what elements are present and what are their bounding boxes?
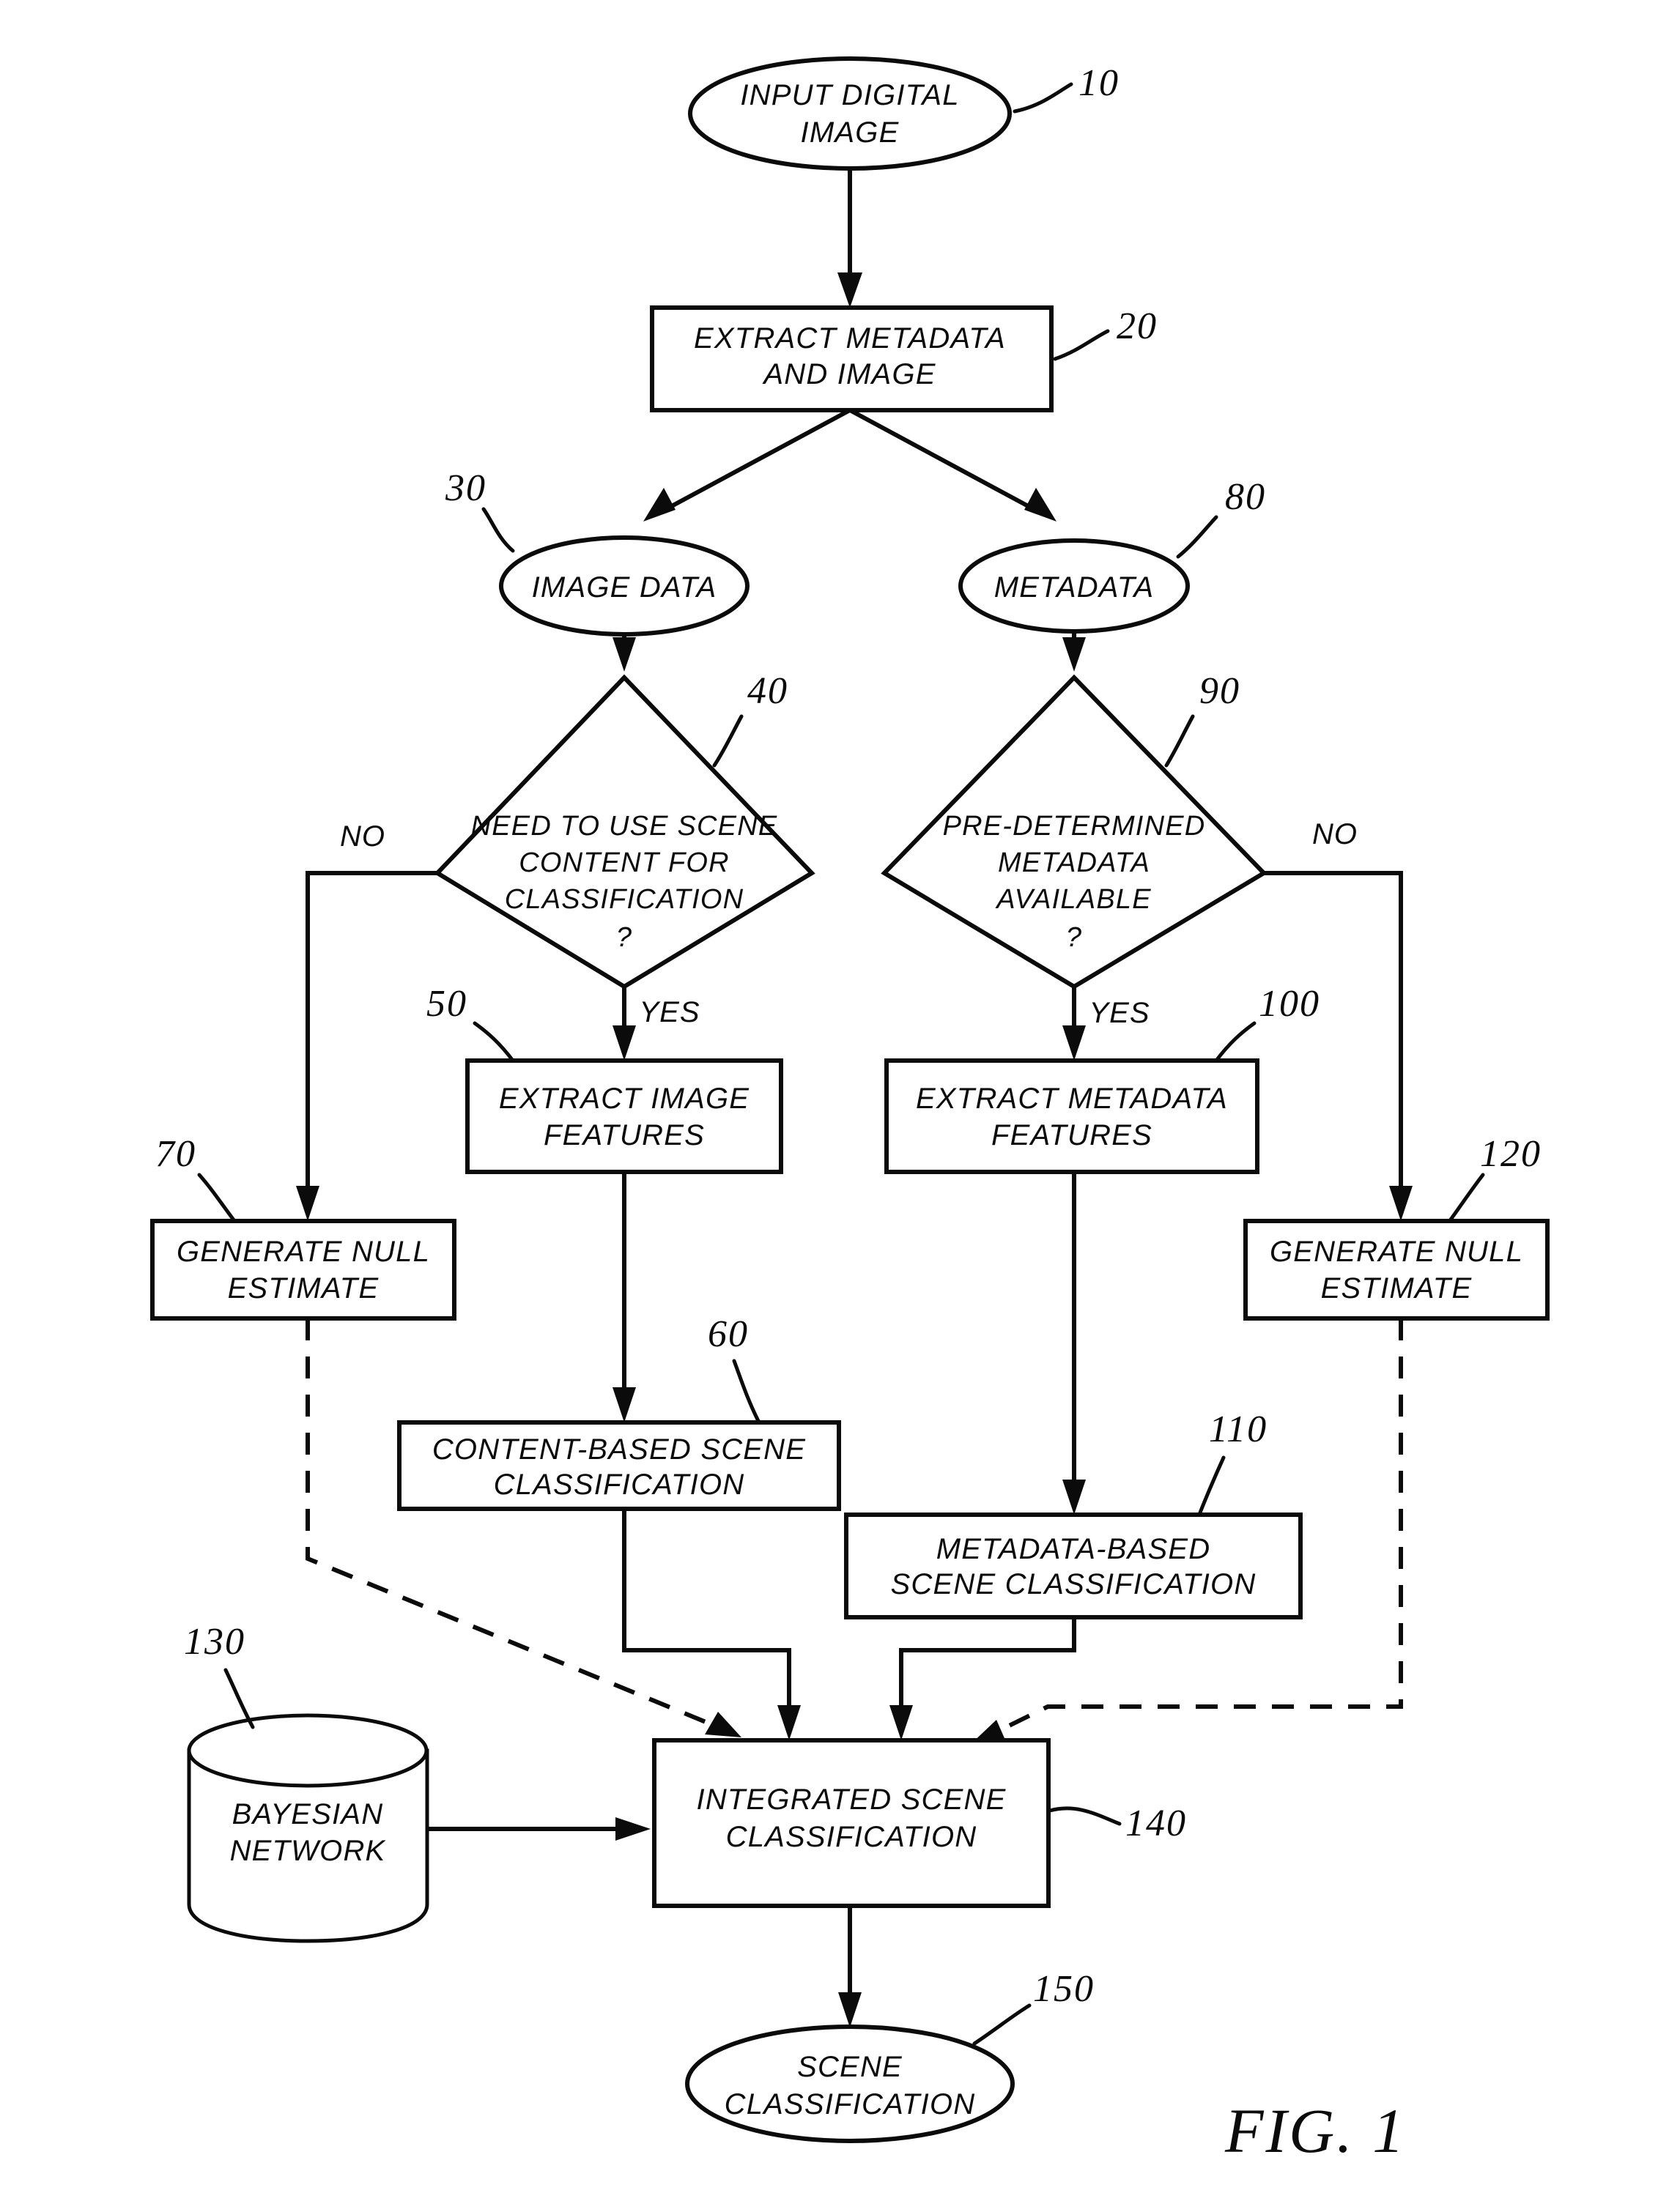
node-scene-classification-output[interactable]: SCENE CLASSIFICATION <box>685 2024 1015 2143</box>
ref-callout-10: 10 <box>1013 62 1120 114</box>
edge-bayesian-network-to-integrated <box>429 1817 651 1841</box>
edge-label-yes-left: YES <box>639 996 700 1028</box>
node-decision90-line3: AVAILABLE <box>995 884 1152 915</box>
edge-extract-image-features-to-content-classification <box>613 1172 636 1422</box>
ref-callout-60: 60 <box>708 1313 761 1423</box>
node-decision40-line2: CONTENT FOR <box>519 847 730 878</box>
node-extract-image-features-line1: EXTRACT IMAGE <box>499 1083 750 1115</box>
ref-number-10: 10 <box>1078 62 1120 104</box>
node-metadata-classification-line2: SCENE CLASSIFICATION <box>891 1568 1257 1600</box>
ref-number-40: 40 <box>747 670 788 712</box>
node-null120-line1: GENERATE NULL <box>1270 1236 1523 1268</box>
ref-number-90: 90 <box>1199 670 1240 712</box>
ref-number-30: 30 <box>445 467 486 509</box>
node-decision40-line4: ? <box>616 922 632 953</box>
edge-decision40-no-to-null70 <box>296 871 437 1221</box>
node-extract-metadata-features-line2: FEATURES <box>991 1119 1152 1151</box>
ref-callout-80: 80 <box>1176 476 1266 559</box>
ref-callout-130: 130 <box>184 1621 255 1729</box>
node-output-line2: CLASSIFICATION <box>725 2088 976 2120</box>
node-input-digital-image-line2: IMAGE <box>801 116 900 149</box>
node-input-digital-image[interactable]: INPUT DIGITAL IMAGE <box>688 56 1012 171</box>
node-integrated-line2: CLASSIFICATION <box>726 1821 977 1853</box>
node-image-data[interactable]: IMAGE DATA <box>499 535 750 636</box>
ref-number-50: 50 <box>426 983 467 1025</box>
node-decision40-line1: NEED TO USE SCENE <box>471 811 778 842</box>
ref-callout-150: 150 <box>972 1968 1095 2046</box>
edge-extract-to-metadata <box>848 408 1057 522</box>
edge-label-no-left: NO <box>340 820 385 853</box>
ref-number-110: 110 <box>1209 1409 1268 1450</box>
node-decision90-line1: PRE-DETERMINED <box>943 811 1206 842</box>
node-metadata-based-scene-classification[interactable]: METADATA-BASED SCENE CLASSIFICATION <box>844 1513 1303 1619</box>
node-decision90-line2: METADATA <box>998 847 1150 878</box>
node-output-line1: SCENE <box>797 2051 903 2083</box>
ref-callout-120: 120 <box>1448 1133 1542 1222</box>
node-integrated-line1: INTEGRATED SCENE <box>697 1784 1007 1816</box>
node-bayesian-network-line2: NETWORK <box>230 1835 387 1867</box>
node-content-based-scene-classification[interactable]: CONTENT-BASED SCENE CLASSIFICATION <box>397 1420 841 1511</box>
patent-figure: INPUT DIGITAL IMAGE 10 EXTRACT METADATA … <box>0 0 1680 2212</box>
ref-number-70: 70 <box>155 1133 196 1175</box>
ref-number-80: 80 <box>1225 476 1266 518</box>
edge-label-no-right: NO <box>1312 818 1358 850</box>
node-metadata-classification-line1: METADATA-BASED <box>936 1533 1211 1565</box>
ref-number-100: 100 <box>1259 983 1320 1025</box>
edge-decision90-no-to-null120 <box>1264 871 1413 1221</box>
edge-decision40-yes-to-extract-image-features <box>613 987 636 1061</box>
ref-callout-40: 40 <box>712 670 788 768</box>
ref-number-120: 120 <box>1480 1133 1542 1175</box>
node-extract-image-features-line2: FEATURES <box>544 1119 705 1151</box>
node-metadata-label: METADATA <box>994 571 1155 604</box>
node-input-digital-image-line1: INPUT DIGITAL <box>740 79 959 111</box>
ref-callout-90: 90 <box>1164 670 1240 768</box>
node-null120-line2: ESTIMATE <box>1321 1272 1473 1304</box>
edge-extract-to-image-data <box>643 408 851 522</box>
node-content-classification-line2: CLASSIFICATION <box>494 1469 745 1501</box>
node-content-classification-line1: CONTENT-BASED SCENE <box>432 1433 806 1466</box>
node-decision40-line3: CLASSIFICATION <box>505 884 744 915</box>
node-bayesian-network[interactable]: BAYESIAN NETWORK <box>187 1713 429 1943</box>
node-integrated-scene-classification[interactable]: INTEGRATED SCENE CLASSIFICATION <box>652 1738 1051 1908</box>
node-extract-metadata-line1: EXTRACT METADATA <box>694 322 1006 355</box>
ref-number-150: 150 <box>1033 1968 1095 2010</box>
edge-label-yes-right: YES <box>1089 997 1150 1029</box>
flowchart-canvas: INPUT DIGITAL IMAGE 10 EXTRACT METADATA … <box>150 56 1550 2166</box>
edge-integrated-to-scene-classification <box>838 1906 862 2027</box>
node-null70-line2: ESTIMATE <box>228 1272 380 1304</box>
ref-callout-70: 70 <box>155 1133 237 1223</box>
ref-callout-50: 50 <box>426 983 515 1063</box>
ref-callout-30: 30 <box>445 467 515 553</box>
edge-null70-to-integrated-dashed <box>306 1318 741 1737</box>
ref-callout-100: 100 <box>1214 983 1320 1063</box>
node-extract-metadata-line2: AND IMAGE <box>762 358 936 390</box>
edge-decision90-yes-to-extract-metadata-features <box>1062 987 1086 1061</box>
ref-number-20: 20 <box>1117 305 1158 347</box>
edge-extract-metadata-features-to-metadata-classification <box>1062 1172 1086 1515</box>
node-bayesian-network-line1: BAYESIAN <box>232 1798 384 1830</box>
ref-callout-140: 140 <box>1048 1803 1187 1844</box>
figure-caption: FIG. 1 <box>1224 2096 1406 2166</box>
node-extract-metadata-and-image[interactable]: EXTRACT METADATA AND IMAGE <box>650 305 1054 412</box>
node-extract-metadata-features[interactable]: EXTRACT METADATA FEATURES <box>884 1058 1259 1174</box>
node-extract-metadata-features-line1: EXTRACT METADATA <box>916 1083 1228 1115</box>
node-metadata[interactable]: METADATA <box>958 538 1190 634</box>
node-image-data-label: IMAGE DATA <box>532 571 717 604</box>
edge-content-classification-to-integrated <box>622 1509 801 1740</box>
node-generate-null-estimate-right[interactable]: GENERATE NULL ESTIMATE <box>1243 1219 1550 1321</box>
ref-number-60: 60 <box>708 1313 749 1355</box>
edge-input-to-extract <box>837 168 862 308</box>
node-generate-null-estimate-left[interactable]: GENERATE NULL ESTIMATE <box>150 1219 456 1321</box>
ref-number-140: 140 <box>1125 1803 1187 1844</box>
ref-number-130: 130 <box>184 1621 245 1663</box>
node-decision-need-scene-content[interactable]: NEED TO USE SCENE CONTENT FOR CLASSIFICA… <box>434 674 815 990</box>
node-decision-predetermined-metadata[interactable]: PRE-DETERMINED METADATA AVAILABLE ? <box>881 674 1268 990</box>
ref-callout-20: 20 <box>1053 305 1158 361</box>
node-extract-image-features[interactable]: EXTRACT IMAGE FEATURES <box>465 1058 783 1174</box>
ref-callout-110: 110 <box>1198 1409 1268 1515</box>
node-null70-line1: GENERATE NULL <box>177 1236 430 1268</box>
node-decision90-line4: ? <box>1066 922 1082 953</box>
